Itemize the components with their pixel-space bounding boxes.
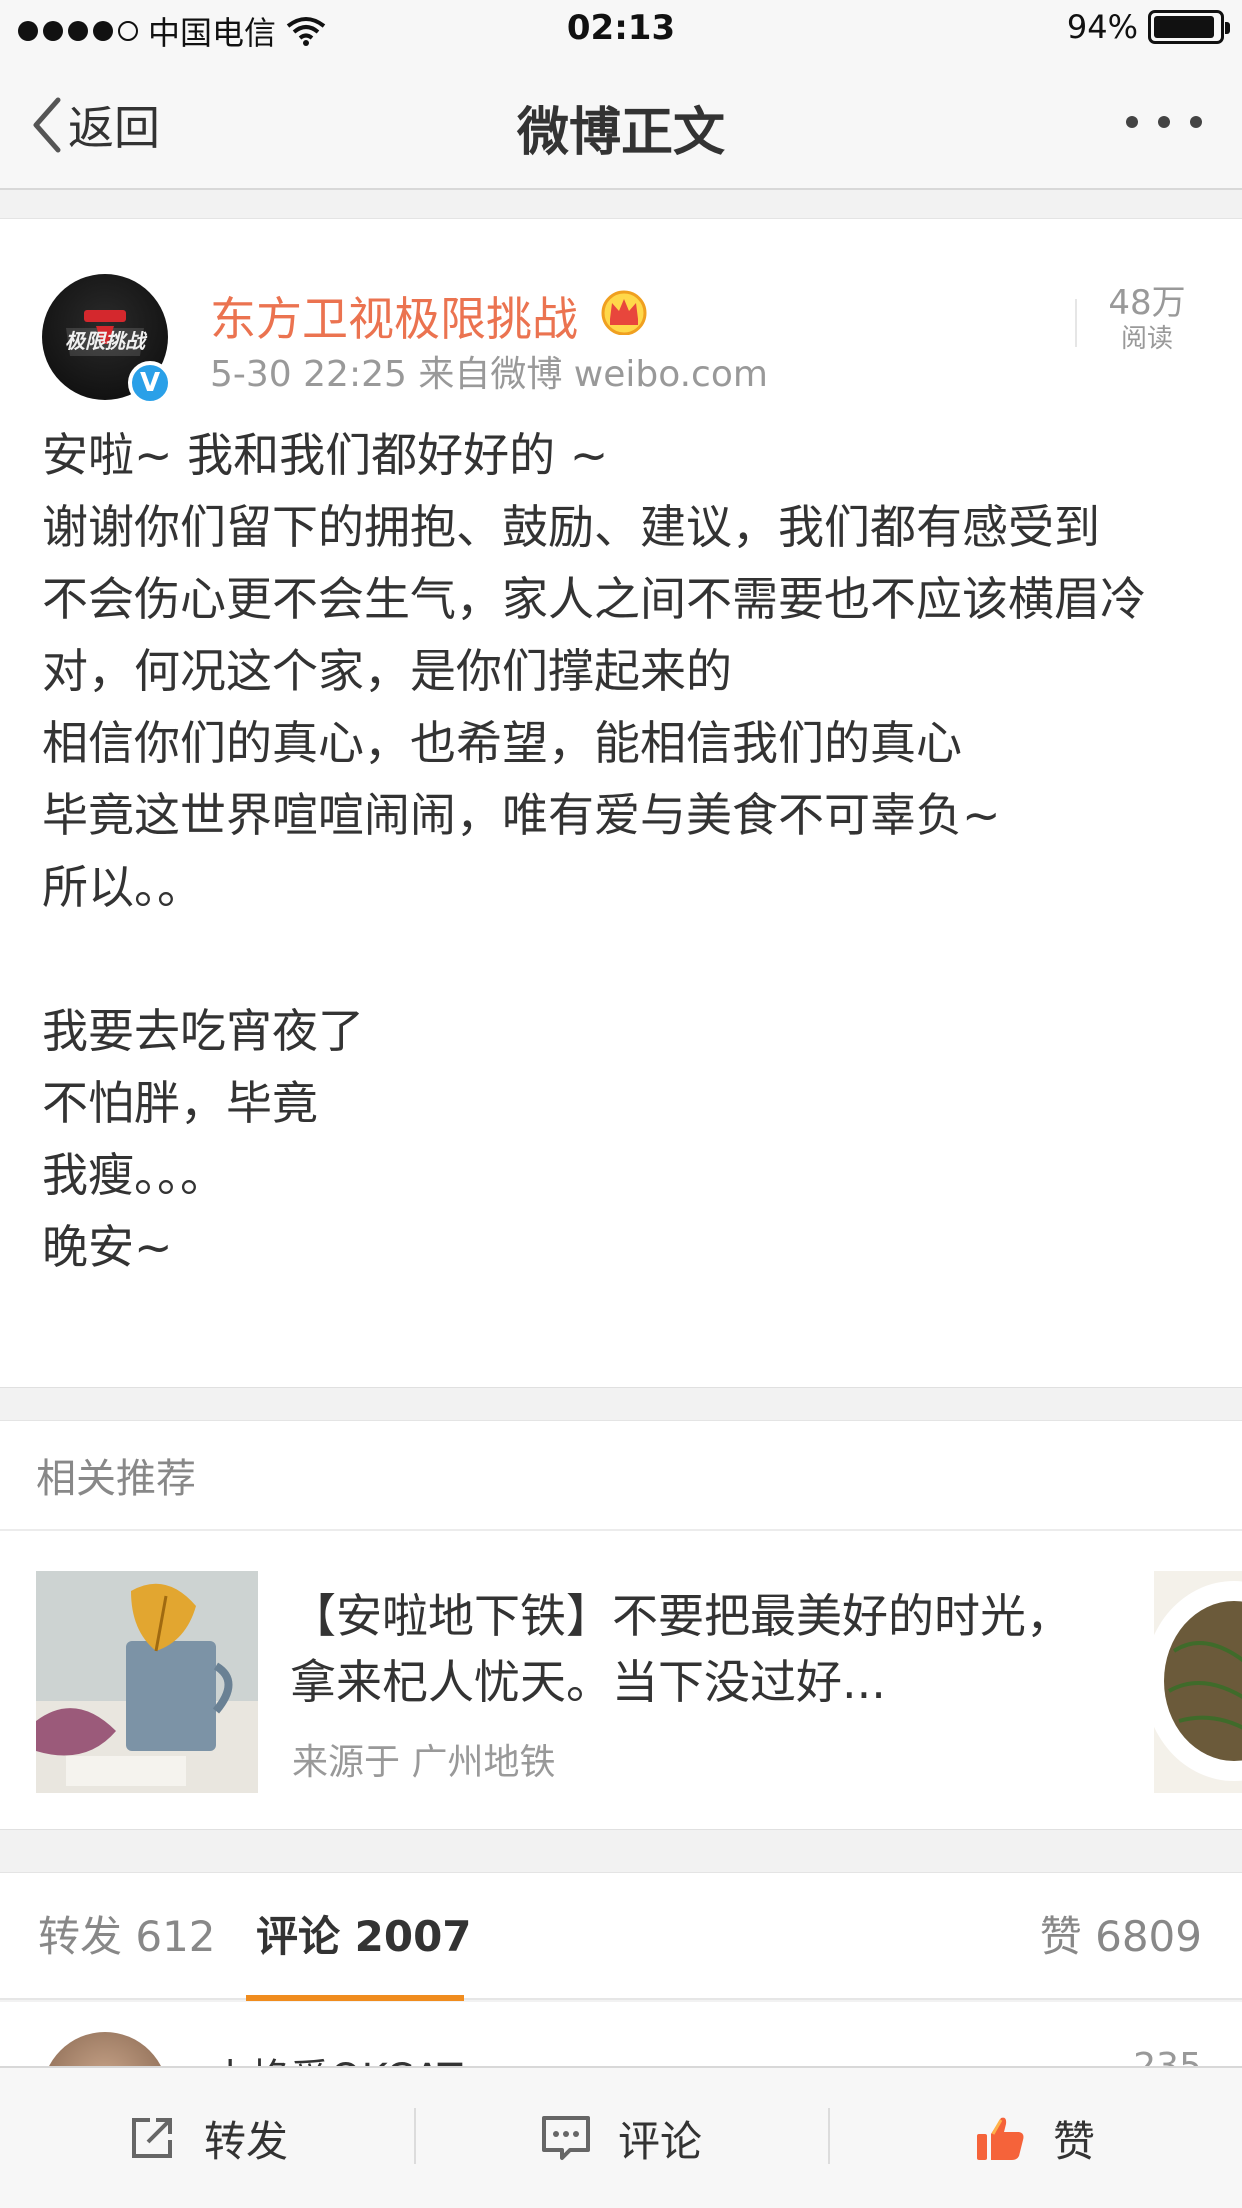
more-options-button[interactable]	[1126, 116, 1202, 128]
comment-label: 评论	[617, 2116, 702, 2166]
tab-likes[interactable]: 赞 6809	[1040, 1873, 1202, 2001]
share-icon	[131, 2118, 172, 2158]
repost-button[interactable]: 转发	[0, 2068, 414, 2208]
divider	[1075, 299, 1077, 347]
navigation-bar: 返回 微博正文	[0, 60, 1242, 190]
section-title: 相关推荐	[0, 1421, 1242, 1531]
recommended-article[interactable]: 【安啦地下铁】不要把最美好的时光，拿来杞人忧天。当下没过好... 来源于 广州地…	[0, 1533, 1242, 1829]
page-title: 微博正文	[516, 103, 725, 163]
show-logo-icon: 极限挑战	[65, 310, 148, 356]
status-time: 02:13	[566, 8, 676, 48]
more-dot-icon	[1190, 116, 1202, 128]
more-dot-icon	[1158, 116, 1170, 128]
svg-text:极限挑战: 极限挑战	[65, 329, 148, 353]
active-tab-indicator	[246, 1995, 464, 2001]
thumbs-up-icon	[976, 2117, 1024, 2160]
repost-label: 转发	[203, 2116, 288, 2166]
more-dot-icon	[1126, 116, 1138, 128]
comment-button[interactable]: 评论	[414, 2068, 828, 2208]
battery-fill	[1154, 16, 1215, 38]
verified-badge-icon: V	[128, 361, 172, 405]
article-title: 【安啦地下铁】不要把最美好的时光，拿来杞人忧天。当下没过好...	[290, 1589, 1072, 1709]
tab-reposts[interactable]: 转发 612	[38, 1873, 216, 2001]
back-label: 返回	[68, 101, 160, 155]
battery-icon	[1148, 10, 1230, 44]
status-bar: 中国电信 02:13 94%	[0, 0, 1242, 60]
post-body: 安啦~ 我和我们都好好的 ~ 谢谢你们留下的拥抱、鼓励、建议，我们都有感受到 不…	[42, 428, 1146, 1274]
read-count-value: 48万	[1108, 283, 1186, 323]
article-thumbnail	[36, 1571, 258, 1793]
noodle-dish-image	[1154, 1571, 1242, 1793]
interaction-tabs: 转发 612 评论 2007 赞 6809	[0, 1872, 1242, 2001]
author-name[interactable]: 东方卫视极限挑战	[210, 283, 578, 349]
chevron-left-icon	[33, 97, 61, 153]
read-count-label: 阅读	[1120, 324, 1173, 354]
back-button[interactable]: 返回	[30, 92, 160, 158]
tab-comments[interactable]: 评论 2007	[256, 1873, 472, 2001]
post-card: 极限挑战 V 东方卫视极限挑战 5-30 22:25 来自微博 weibo.co…	[0, 218, 1242, 1388]
read-count: 48万 阅读	[1092, 285, 1202, 357]
comment-preview[interactable]: 小格爱OKCAT 235	[0, 2002, 1242, 2072]
crown-icon	[601, 290, 647, 335]
battery-percent: 94%	[1066, 8, 1138, 46]
status-right: 94%	[1066, 8, 1230, 46]
next-article-thumbnail[interactable]	[1154, 1571, 1242, 1793]
comment-icon	[541, 2116, 590, 2160]
post-meta: 5-30 22:25 来自微博 weibo.com	[210, 354, 768, 395]
leaf-mug-image	[36, 1571, 258, 1793]
like-label: 赞	[1052, 2116, 1095, 2166]
related-recommendations: 相关推荐 【安啦地下铁】不要把最美好的时光，拿来杞人忧天。当下没过好... 来源…	[0, 1420, 1242, 1830]
like-button[interactable]: 赞	[828, 2068, 1242, 2208]
bottom-toolbar: 转发 评论 赞	[0, 2066, 1242, 2208]
article-source: 来源于 广州地铁	[292, 1742, 556, 1783]
